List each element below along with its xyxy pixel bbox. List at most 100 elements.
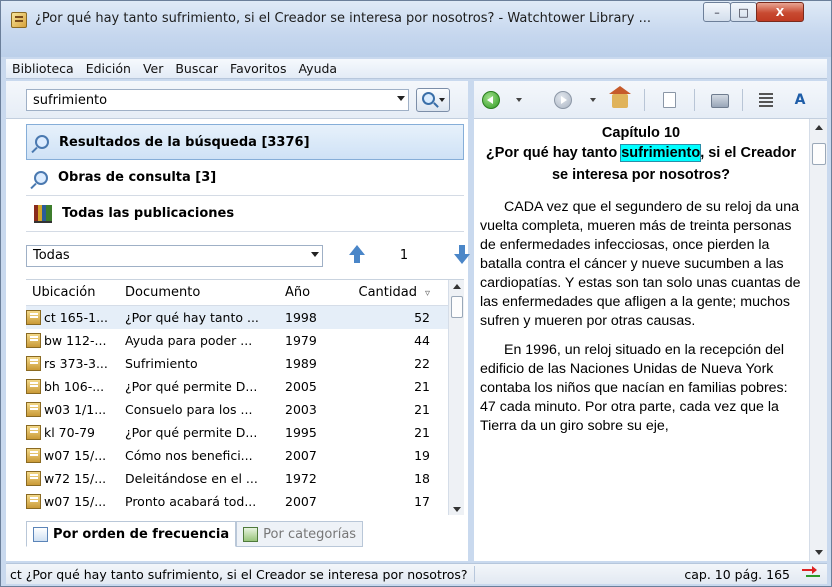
document-icon [26, 310, 41, 325]
menu-buscar[interactable]: Buscar [169, 61, 224, 76]
document-icon [26, 356, 41, 371]
table-row[interactable]: w07 15/... Cómo nos benefici... 2007 19 [26, 444, 464, 467]
article-paragraph: CADA vez que el segundero de su reloj da… [480, 199, 801, 329]
menu-favoritos[interactable]: Favoritos [224, 61, 292, 76]
menu-ayuda[interactable]: Ayuda [292, 61, 343, 76]
menu-biblioteca[interactable]: Biblioteca [6, 61, 80, 76]
filter-row: Todas 1 [26, 241, 471, 271]
back-arrow-icon[interactable] [482, 91, 500, 109]
copy-icon[interactable] [663, 92, 676, 108]
results-view-tabs: Por orden de frecuencia Por categorías [26, 521, 464, 547]
row-count: 21 [414, 425, 430, 440]
table-row[interactable]: ct 165-1... ¿Por qué hay tanto ... 1998 … [26, 306, 464, 329]
row-count: 22 [414, 356, 430, 371]
sort-descending-icon: ▿ [424, 288, 430, 299]
font-size-icon[interactable]: A [792, 92, 808, 108]
row-document: Sufrimiento [125, 356, 198, 371]
row-location: bw 112-... [44, 333, 107, 348]
table-row[interactable]: rs 373-3... Sufrimiento 1989 22 [26, 352, 464, 375]
row-document: Ayuda para poder ... [125, 333, 253, 348]
scroll-up-arrow-icon[interactable] [453, 284, 461, 289]
row-location: bh 106-... [44, 379, 105, 394]
toolbar-separator [694, 89, 695, 111]
search-input[interactable]: sufrimiento [26, 89, 409, 111]
watchtower-library-app-icon[interactable] [11, 12, 27, 28]
nav-reference-works-label: Obras de consulta [3] [58, 170, 217, 185]
column-header-count[interactable]: Cantidad ▿ [336, 285, 434, 300]
row-year: 1995 [285, 425, 317, 440]
column-header-year[interactable]: Año [281, 285, 336, 300]
document-toolbar: A [474, 81, 827, 119]
row-count: 19 [414, 448, 430, 463]
tab-by-category[interactable]: Por categorías [236, 521, 364, 547]
row-document: ¿Por qué permite D... [125, 379, 258, 394]
scroll-up-arrow-icon[interactable] [815, 125, 823, 130]
scroll-down-arrow-icon[interactable] [815, 550, 823, 555]
search-options-dropdown-icon[interactable] [439, 98, 445, 102]
row-year: 2007 [285, 494, 317, 509]
search-button[interactable] [416, 88, 450, 112]
row-document: ¿Por qué permite D... [125, 425, 258, 440]
tab-by-frequency-label: Por orden de frecuencia [53, 526, 230, 542]
nav-reference-works[interactable]: Obras de consulta [3] [26, 160, 464, 196]
table-row[interactable]: bh 106-... ¿Por qué permite D... 2005 21 [26, 375, 464, 398]
back-history-dropdown-icon[interactable] [516, 98, 522, 102]
minimize-button[interactable]: – [703, 2, 731, 22]
chapter-heading: Capítulo 10 [601, 125, 681, 141]
menu-ver[interactable]: Ver [137, 61, 169, 76]
sync-arrows-icon[interactable] [802, 566, 820, 580]
row-document: ¿Por qué hay tanto ... [125, 310, 259, 325]
search-icon [422, 92, 435, 105]
document-icon [26, 494, 41, 509]
article-title-start: ¿Por qué hay tanto [485, 145, 622, 161]
article-content: Capítulo 10 ¿Por qué hay tanto sufrimien… [480, 125, 802, 555]
table-row[interactable]: w03 1/1... Consuelo para los ... 2003 21 [26, 398, 464, 421]
table-row[interactable]: w07 15/... Pronto acabará tod... 2007 17 [26, 490, 464, 513]
row-location: kl 70-79 [44, 425, 96, 440]
chevron-down-icon [311, 252, 319, 257]
scroll-down-arrow-icon[interactable] [453, 507, 461, 512]
publication-filter-select[interactable]: Todas [26, 245, 323, 267]
table-row[interactable]: bw 112-... Ayuda para poder ... 1979 44 [26, 329, 464, 352]
scroll-thumb[interactable] [451, 296, 463, 318]
forward-arrow-icon[interactable] [554, 91, 572, 109]
close-button[interactable]: X [756, 2, 804, 22]
previous-result-arrow-icon[interactable] [348, 245, 366, 265]
document-scrollbar[interactable] [809, 119, 827, 561]
result-number-field[interactable]: 1 [372, 245, 436, 267]
scroll-thumb[interactable] [812, 143, 826, 165]
row-count: 18 [414, 471, 430, 486]
row-year: 1998 [285, 310, 317, 325]
home-icon[interactable] [609, 86, 631, 108]
row-year: 1989 [285, 356, 317, 371]
search-input-value: sufrimiento [33, 92, 108, 108]
maximize-button[interactable]: □ [730, 2, 757, 22]
menu-edicion[interactable]: Edición [80, 61, 137, 76]
table-row[interactable]: w72 15/... Deleitándose en el ... 1972 1… [26, 467, 464, 490]
row-count: 52 [414, 310, 430, 325]
row-location: ct 165-1... [44, 310, 108, 325]
columns-layout-icon[interactable] [759, 93, 773, 107]
results-scrollbar[interactable] [448, 280, 464, 515]
row-count: 17 [414, 494, 430, 509]
print-icon[interactable] [711, 94, 729, 108]
next-result-arrow-icon[interactable] [453, 245, 471, 265]
document-icon [26, 379, 41, 394]
document-icon [26, 333, 41, 348]
search-history-dropdown-icon[interactable] [397, 96, 405, 101]
forward-history-dropdown-icon[interactable] [590, 98, 596, 102]
document-icon [26, 471, 41, 486]
nav-search-results[interactable]: Resultados de la búsqueda [3376] [26, 124, 464, 160]
row-year: 2005 [285, 379, 317, 394]
row-location: w07 15/... [44, 494, 107, 509]
table-row[interactable]: kl 70-79 ¿Por qué permite D... 1995 21 [26, 421, 464, 444]
article-paragraph: En 1996, un reloj situado en la recepció… [480, 342, 788, 434]
tab-by-frequency[interactable]: Por orden de frecuencia [26, 521, 237, 547]
column-header-location[interactable]: Ubicación [26, 285, 121, 300]
search-term-highlight: sufrimiento [620, 144, 702, 162]
nav-all-publications[interactable]: Todas las publicaciones [26, 196, 464, 232]
column-header-document[interactable]: Documento [121, 285, 281, 300]
status-location: cap. 10 pág. 165 [684, 567, 790, 582]
row-document: Cómo nos benefici... [125, 448, 253, 463]
status-bar: ct ¿Por qué hay tanto sufrimiento, si el… [6, 563, 827, 584]
